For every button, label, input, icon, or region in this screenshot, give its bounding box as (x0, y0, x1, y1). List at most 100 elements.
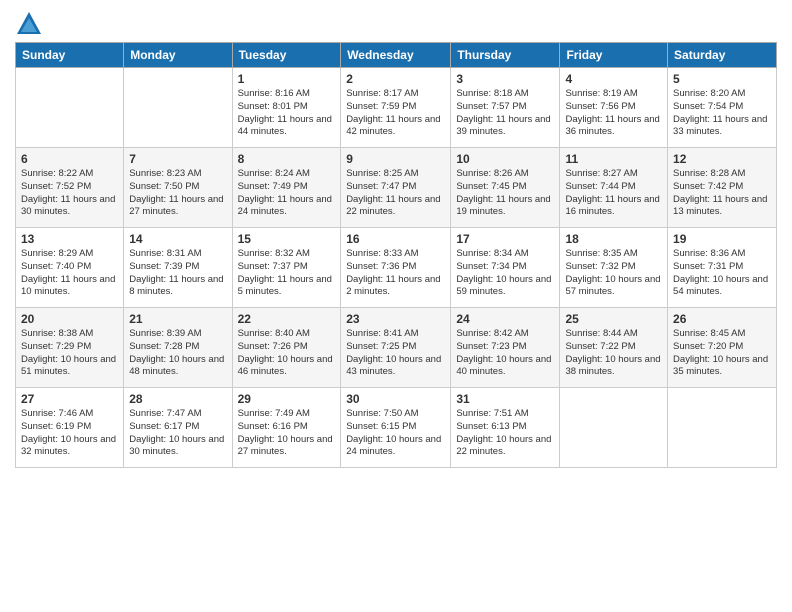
day-info: Sunrise: 8:17 AM Sunset: 7:59 PM Dayligh… (346, 88, 445, 139)
day-number: 23 (346, 312, 445, 326)
calendar-cell: 3Sunrise: 8:18 AM Sunset: 7:57 PM Daylig… (451, 68, 560, 148)
weekday-header-row: SundayMondayTuesdayWednesdayThursdayFrid… (16, 43, 777, 68)
day-info: Sunrise: 8:31 AM Sunset: 7:39 PM Dayligh… (129, 248, 226, 299)
calendar-table: SundayMondayTuesdayWednesdayThursdayFrid… (15, 42, 777, 468)
day-number: 6 (21, 152, 118, 166)
day-number: 4 (565, 72, 662, 86)
calendar-cell: 23 Sunrise: 8:41 AM Sunset: 7:25 PM Dayli… (341, 308, 451, 388)
day-number: 27 (21, 392, 118, 406)
calendar-week-1: 1 Sunrise: 8:16 AM Sunset: 8:01 PM Daylig… (16, 68, 777, 148)
day-info: Sunrise: 8:32 AM Sunset: 7:37 PM Dayligh… (238, 248, 336, 299)
calendar-cell: 14 Sunrise: 8:31 AM Sunset: 7:39 PM Dayli… (124, 228, 232, 308)
day-info: Sunrise: 8:33 AM Sunset: 7:36 PM Dayligh… (346, 248, 445, 299)
calendar-cell: 21Sunrise: 8:39 AM Sunset: 7:28 PM Dayli… (124, 308, 232, 388)
calendar-cell: 9 Sunrise: 8:25 AM Sunset: 7:47 PM Daylig… (341, 148, 451, 228)
day-info: Sunrise: 7:46 AM Sunset: 6:19 PM Dayligh… (21, 408, 118, 459)
day-number: 13 (21, 232, 118, 246)
day-info: Sunrise: 8:29 AM Sunset: 7:40 PM Dayligh… (21, 248, 118, 299)
calendar-cell (16, 68, 124, 148)
logo (15, 10, 47, 38)
weekday-header-tuesday: Tuesday (232, 43, 341, 68)
day-number: 5 (673, 72, 771, 86)
calendar-week-4: 20 Sunrise: 8:38 AM Sunset: 7:29 PM Dayli… (16, 308, 777, 388)
day-info: Sunrise: 7:50 AM Sunset: 6:15 PM Dayligh… (346, 408, 445, 459)
day-info: Sunrise: 8:41 AM Sunset: 7:25 PM Dayligh… (346, 328, 445, 379)
day-number: 26 (673, 312, 771, 326)
day-info: Sunrise: 8:44 AM Sunset: 7:22 PM Dayligh… (565, 328, 662, 379)
day-number: 19 (673, 232, 771, 246)
calendar-cell: 5 Sunrise: 8:20 AM Sunset: 7:54 PM Daylig… (668, 68, 777, 148)
calendar-cell: 13 Sunrise: 8:29 AM Sunset: 7:40 PM Dayli… (16, 228, 124, 308)
page: SundayMondayTuesdayWednesdayThursdayFrid… (0, 0, 792, 612)
day-number: 1 (238, 72, 336, 86)
calendar-cell: 12Sunrise: 8:28 AM Sunset: 7:42 PM Dayli… (668, 148, 777, 228)
calendar-week-3: 13 Sunrise: 8:29 AM Sunset: 7:40 PM Dayli… (16, 228, 777, 308)
calendar-cell: 25Sunrise: 8:44 AM Sunset: 7:22 PM Dayli… (560, 308, 668, 388)
day-info: Sunrise: 8:22 AM Sunset: 7:52 PM Dayligh… (21, 168, 118, 219)
day-info: Sunrise: 8:26 AM Sunset: 7:45 PM Dayligh… (456, 168, 554, 219)
calendar-cell: 20 Sunrise: 8:38 AM Sunset: 7:29 PM Dayli… (16, 308, 124, 388)
calendar-cell: 22Sunrise: 8:40 AM Sunset: 7:26 PM Dayli… (232, 308, 341, 388)
day-number: 9 (346, 152, 445, 166)
calendar-cell: 4Sunrise: 8:19 AM Sunset: 7:56 PM Daylig… (560, 68, 668, 148)
calendar-cell: 24 Sunrise: 8:42 AM Sunset: 7:23 PM Dayli… (451, 308, 560, 388)
day-number: 7 (129, 152, 226, 166)
day-number: 30 (346, 392, 445, 406)
calendar-week-5: 27 Sunrise: 7:46 AM Sunset: 6:19 PM Dayli… (16, 388, 777, 468)
calendar-cell: 6 Sunrise: 8:22 AM Sunset: 7:52 PM Daylig… (16, 148, 124, 228)
day-info: Sunrise: 8:20 AM Sunset: 7:54 PM Dayligh… (673, 88, 771, 139)
day-info: Sunrise: 7:47 AM Sunset: 6:17 PM Dayligh… (129, 408, 226, 459)
day-info: Sunrise: 8:23 AM Sunset: 7:50 PM Dayligh… (129, 168, 226, 219)
calendar-cell: 19 Sunrise: 8:36 AM Sunset: 7:31 PM Dayli… (668, 228, 777, 308)
calendar-cell: 29Sunrise: 7:49 AM Sunset: 6:16 PM Dayli… (232, 388, 341, 468)
calendar-cell: 18 Sunrise: 8:35 AM Sunset: 7:32 PM Dayli… (560, 228, 668, 308)
calendar-cell: 10 Sunrise: 8:26 AM Sunset: 7:45 PM Dayli… (451, 148, 560, 228)
weekday-header-wednesday: Wednesday (341, 43, 451, 68)
day-info: Sunrise: 8:25 AM Sunset: 7:47 PM Dayligh… (346, 168, 445, 219)
day-info: Sunrise: 8:16 AM Sunset: 8:01 PM Dayligh… (238, 88, 336, 139)
day-number: 28 (129, 392, 226, 406)
day-info: Sunrise: 8:42 AM Sunset: 7:23 PM Dayligh… (456, 328, 554, 379)
calendar-cell (668, 388, 777, 468)
calendar-cell: 15 Sunrise: 8:32 AM Sunset: 7:37 PM Dayli… (232, 228, 341, 308)
calendar-cell (124, 68, 232, 148)
day-number: 12 (673, 152, 771, 166)
day-info: Sunrise: 8:45 AM Sunset: 7:20 PM Dayligh… (673, 328, 771, 379)
day-number: 15 (238, 232, 336, 246)
calendar-cell: 27 Sunrise: 7:46 AM Sunset: 6:19 PM Dayli… (16, 388, 124, 468)
calendar-cell: 11 Sunrise: 8:27 AM Sunset: 7:44 PM Dayli… (560, 148, 668, 228)
day-number: 24 (456, 312, 554, 326)
day-info: Sunrise: 7:49 AM Sunset: 6:16 PM Dayligh… (238, 408, 336, 459)
day-info: Sunrise: 8:35 AM Sunset: 7:32 PM Dayligh… (565, 248, 662, 299)
calendar-cell (560, 388, 668, 468)
weekday-header-monday: Monday (124, 43, 232, 68)
day-number: 18 (565, 232, 662, 246)
day-info: Sunrise: 8:39 AM Sunset: 7:28 PM Dayligh… (129, 328, 226, 379)
calendar-cell: 2 Sunrise: 8:17 AM Sunset: 7:59 PM Daylig… (341, 68, 451, 148)
weekday-header-sunday: Sunday (16, 43, 124, 68)
calendar-cell: 7 Sunrise: 8:23 AM Sunset: 7:50 PM Daylig… (124, 148, 232, 228)
day-number: 14 (129, 232, 226, 246)
day-number: 20 (21, 312, 118, 326)
calendar-cell: 1 Sunrise: 8:16 AM Sunset: 8:01 PM Daylig… (232, 68, 341, 148)
calendar-cell: 30 Sunrise: 7:50 AM Sunset: 6:15 PM Dayli… (341, 388, 451, 468)
day-number: 31 (456, 392, 554, 406)
calendar-cell: 16 Sunrise: 8:33 AM Sunset: 7:36 PM Dayli… (341, 228, 451, 308)
day-number: 3 (456, 72, 554, 86)
day-info: Sunrise: 8:38 AM Sunset: 7:29 PM Dayligh… (21, 328, 118, 379)
day-info: Sunrise: 8:36 AM Sunset: 7:31 PM Dayligh… (673, 248, 771, 299)
weekday-header-friday: Friday (560, 43, 668, 68)
weekday-header-saturday: Saturday (668, 43, 777, 68)
day-number: 11 (565, 152, 662, 166)
day-info: Sunrise: 8:27 AM Sunset: 7:44 PM Dayligh… (565, 168, 662, 219)
day-number: 16 (346, 232, 445, 246)
day-number: 2 (346, 72, 445, 86)
day-info: Sunrise: 7:51 AM Sunset: 6:13 PM Dayligh… (456, 408, 554, 459)
day-number: 10 (456, 152, 554, 166)
day-number: 8 (238, 152, 336, 166)
weekday-header-thursday: Thursday (451, 43, 560, 68)
header (15, 10, 777, 38)
calendar-cell: 28 Sunrise: 7:47 AM Sunset: 6:17 PM Dayli… (124, 388, 232, 468)
calendar-cell: 26 Sunrise: 8:45 AM Sunset: 7:20 PM Dayli… (668, 308, 777, 388)
day-number: 17 (456, 232, 554, 246)
